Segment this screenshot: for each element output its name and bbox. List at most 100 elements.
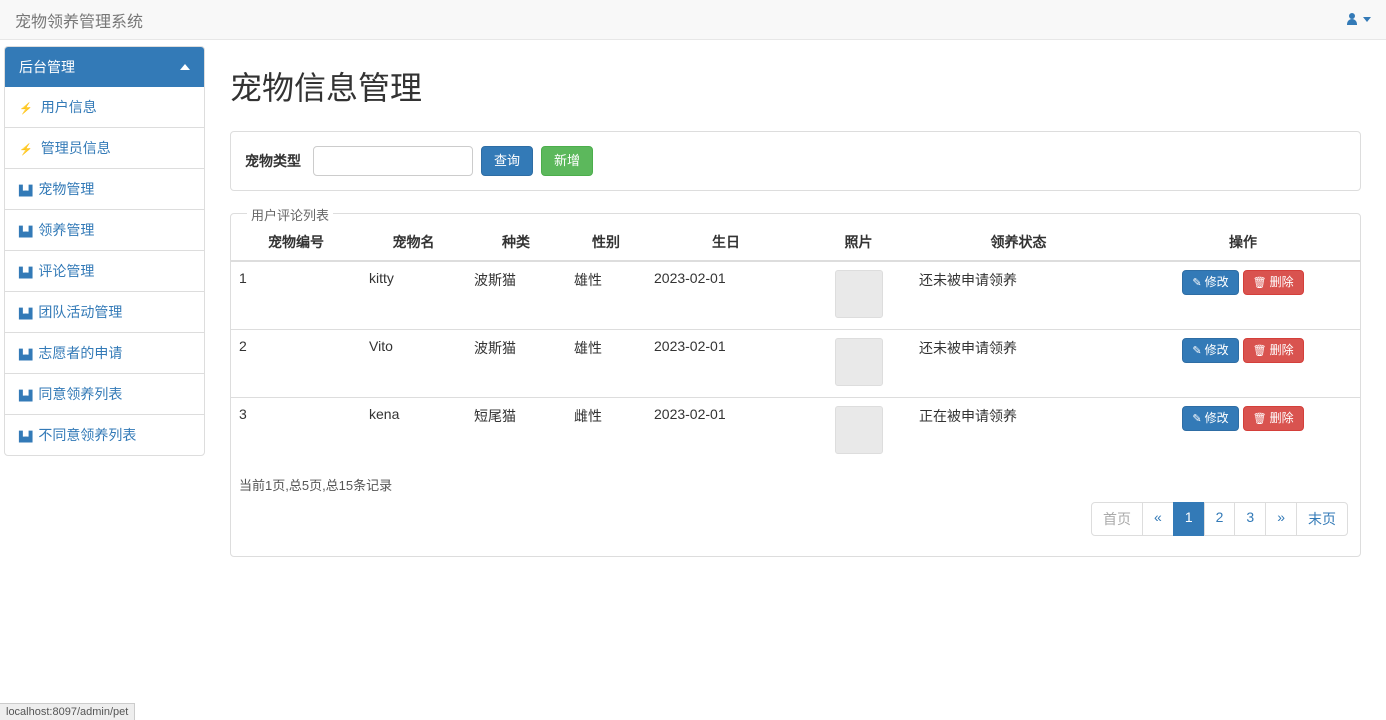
caret-down-icon xyxy=(1363,17,1371,22)
cell-gender: 雄性 xyxy=(566,261,646,330)
sidebar-heading[interactable]: 后台管理 xyxy=(5,47,204,87)
delete-button[interactable]: 删除 xyxy=(1243,270,1304,295)
chevron-up-icon xyxy=(180,64,190,70)
filter-label: 宠物类型 xyxy=(245,151,301,171)
sitemap-icon xyxy=(19,386,30,402)
cell-photo xyxy=(806,398,911,466)
app-title: 宠物领养管理系统 xyxy=(15,8,143,32)
sidebar-item[interactable]: 用户信息 xyxy=(5,87,204,127)
user-icon xyxy=(1346,13,1359,26)
cell-name: kitty xyxy=(361,261,466,330)
filter-input-pet-type[interactable] xyxy=(313,146,473,176)
page-number[interactable]: 2 xyxy=(1204,502,1236,536)
cell-gender: 雄性 xyxy=(566,330,646,398)
cell-birthday: 2023-02-01 xyxy=(646,330,806,398)
cell-id: 3 xyxy=(231,398,361,466)
sidebar-item-label: 志愿者的申请 xyxy=(38,343,122,363)
sidebar-item[interactable]: 同意领养列表 xyxy=(5,373,204,414)
sitemap-icon xyxy=(19,345,30,361)
pet-photo xyxy=(835,338,883,386)
sidebar-item-label: 用户信息 xyxy=(41,97,97,117)
trash-icon xyxy=(1253,343,1267,358)
cell-actions: 修改删除 xyxy=(1126,398,1360,466)
add-button[interactable]: 新增 xyxy=(541,146,593,176)
pet-table: 宠物编号 宠物名 种类 性别 生日 照片 领养状态 操作 1kitty波斯猫雄性… xyxy=(231,224,1360,465)
trash-icon xyxy=(1253,411,1267,426)
pencil-icon xyxy=(1192,343,1201,358)
page-next[interactable]: » xyxy=(1265,502,1297,536)
sidebar-item[interactable]: 管理员信息 xyxy=(5,127,204,168)
search-button[interactable]: 查询 xyxy=(481,146,533,176)
sitemap-icon xyxy=(19,263,30,279)
cell-id: 2 xyxy=(231,330,361,398)
cell-breed: 短尾猫 xyxy=(466,398,566,466)
pet-photo xyxy=(835,270,883,318)
delete-button[interactable]: 删除 xyxy=(1243,406,1304,431)
cell-id: 1 xyxy=(231,261,361,330)
table-row: 1kitty波斯猫雄性2023-02-01还未被申请领养修改删除 xyxy=(231,261,1360,330)
cell-photo xyxy=(806,261,911,330)
table-panel: 用户评论列表 宠物编号 宠物名 种类 性别 生日 照片 领养状态 操作 1kit… xyxy=(230,213,1361,557)
cell-birthday: 2023-02-01 xyxy=(646,398,806,466)
cell-gender: 雌性 xyxy=(566,398,646,466)
pencil-icon xyxy=(1192,411,1201,426)
th-breed: 种类 xyxy=(466,224,566,261)
table-row: 2Vito波斯猫雄性2023-02-01还未被申请领养修改删除 xyxy=(231,330,1360,398)
sidebar-item[interactable]: 领养管理 xyxy=(5,209,204,250)
sidebar-item-label: 评论管理 xyxy=(38,261,94,281)
sidebar-item[interactable]: 志愿者的申请 xyxy=(5,332,204,373)
page-number[interactable]: 1 xyxy=(1173,502,1205,536)
th-name: 宠物名 xyxy=(361,224,466,261)
edit-button[interactable]: 修改 xyxy=(1182,406,1238,431)
table-row: 3kena短尾猫雌性2023-02-01正在被申请领养修改删除 xyxy=(231,398,1360,466)
sidebar-item[interactable]: 宠物管理 xyxy=(5,168,204,209)
table-legend: 用户评论列表 xyxy=(247,205,333,224)
table-header-row: 宠物编号 宠物名 种类 性别 生日 照片 领养状态 操作 xyxy=(231,224,1360,261)
page-first[interactable]: 首页 xyxy=(1091,502,1143,536)
page-last[interactable]: 末页 xyxy=(1296,502,1348,536)
pet-photo xyxy=(835,406,883,454)
cell-name: Vito xyxy=(361,330,466,398)
main-content: 宠物信息管理 宠物类型 查询 新增 用户评论列表 宠物编号 宠物名 种类 性别 … xyxy=(205,40,1386,572)
cell-actions: 修改删除 xyxy=(1126,261,1360,330)
sidebar-item-label: 团队活动管理 xyxy=(38,302,122,322)
cell-birthday: 2023-02-01 xyxy=(646,261,806,330)
sitemap-icon xyxy=(19,181,30,197)
edit-button[interactable]: 修改 xyxy=(1182,338,1238,363)
cell-status: 正在被申请领养 xyxy=(911,398,1126,466)
cell-actions: 修改删除 xyxy=(1126,330,1360,398)
sitemap-icon xyxy=(19,427,30,443)
sidebar-item[interactable]: 评论管理 xyxy=(5,250,204,291)
cell-photo xyxy=(806,330,911,398)
pencil-icon xyxy=(1192,275,1201,290)
th-id: 宠物编号 xyxy=(231,224,361,261)
trash-icon xyxy=(1253,275,1267,290)
cell-breed: 波斯猫 xyxy=(466,261,566,330)
cell-name: kena xyxy=(361,398,466,466)
sitemap-icon xyxy=(19,222,30,238)
edit-button[interactable]: 修改 xyxy=(1182,270,1238,295)
bolt-icon xyxy=(19,140,33,156)
sidebar-item-label: 管理员信息 xyxy=(41,138,111,158)
sidebar-list: 用户信息管理员信息宠物管理领养管理评论管理团队活动管理志愿者的申请同意领养列表不… xyxy=(5,87,204,455)
cell-status: 还未被申请领养 xyxy=(911,330,1126,398)
browser-status-bar: localhost:8097/admin/pet xyxy=(0,703,135,720)
th-birthday: 生日 xyxy=(646,224,806,261)
user-menu-toggle[interactable] xyxy=(1346,13,1371,26)
th-photo: 照片 xyxy=(806,224,911,261)
sidebar-panel: 后台管理 用户信息管理员信息宠物管理领养管理评论管理团队活动管理志愿者的申请同意… xyxy=(4,46,205,456)
cell-status: 还未被申请领养 xyxy=(911,261,1126,330)
sidebar-item-label: 不同意领养列表 xyxy=(38,425,136,445)
delete-button[interactable]: 删除 xyxy=(1243,338,1304,363)
page-prev[interactable]: « xyxy=(1142,502,1174,536)
sidebar-item-label: 宠物管理 xyxy=(38,179,94,199)
sitemap-icon xyxy=(19,304,30,320)
bolt-icon xyxy=(19,99,33,115)
cell-breed: 波斯猫 xyxy=(466,330,566,398)
th-gender: 性别 xyxy=(566,224,646,261)
page-title: 宠物信息管理 xyxy=(230,63,1361,109)
sidebar-item[interactable]: 不同意领养列表 xyxy=(5,414,204,455)
sidebar-heading-label: 后台管理 xyxy=(19,57,75,77)
page-number[interactable]: 3 xyxy=(1234,502,1266,536)
sidebar-item[interactable]: 团队活动管理 xyxy=(5,291,204,332)
